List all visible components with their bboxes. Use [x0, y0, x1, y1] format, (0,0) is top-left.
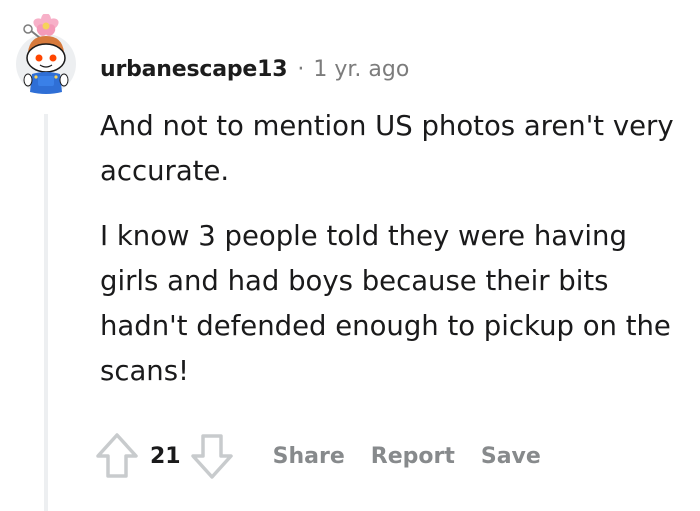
separator-dot: ·	[297, 56, 305, 82]
thread-line[interactable]	[44, 114, 48, 511]
comment-actions: 21 Share Report Save	[92, 430, 541, 482]
comment-body: And not to mention US photos aren't very…	[100, 104, 680, 394]
username-link[interactable]: urbanescape13	[100, 57, 288, 82]
report-button[interactable]: Report	[371, 444, 455, 469]
comment-paragraph: And not to mention US photos aren't very…	[100, 110, 674, 187]
downvote-arrow-icon	[190, 434, 233, 479]
save-button[interactable]: Save	[481, 444, 541, 469]
upvote-arrow-icon	[96, 433, 138, 478]
upvote-button[interactable]	[92, 430, 142, 482]
share-button[interactable]: Share	[273, 444, 345, 469]
vote-score: 21	[150, 443, 181, 469]
comment-header: urbanescape13 · 1 yr. ago	[100, 52, 409, 86]
avatar[interactable]	[16, 13, 84, 98]
comment-paragraph: I know 3 people told they were having gi…	[100, 220, 671, 387]
downvote-button[interactable]	[187, 430, 237, 482]
snoo-avatar-icon	[16, 13, 76, 94]
timestamp-link[interactable]: 1 yr. ago	[313, 57, 409, 82]
